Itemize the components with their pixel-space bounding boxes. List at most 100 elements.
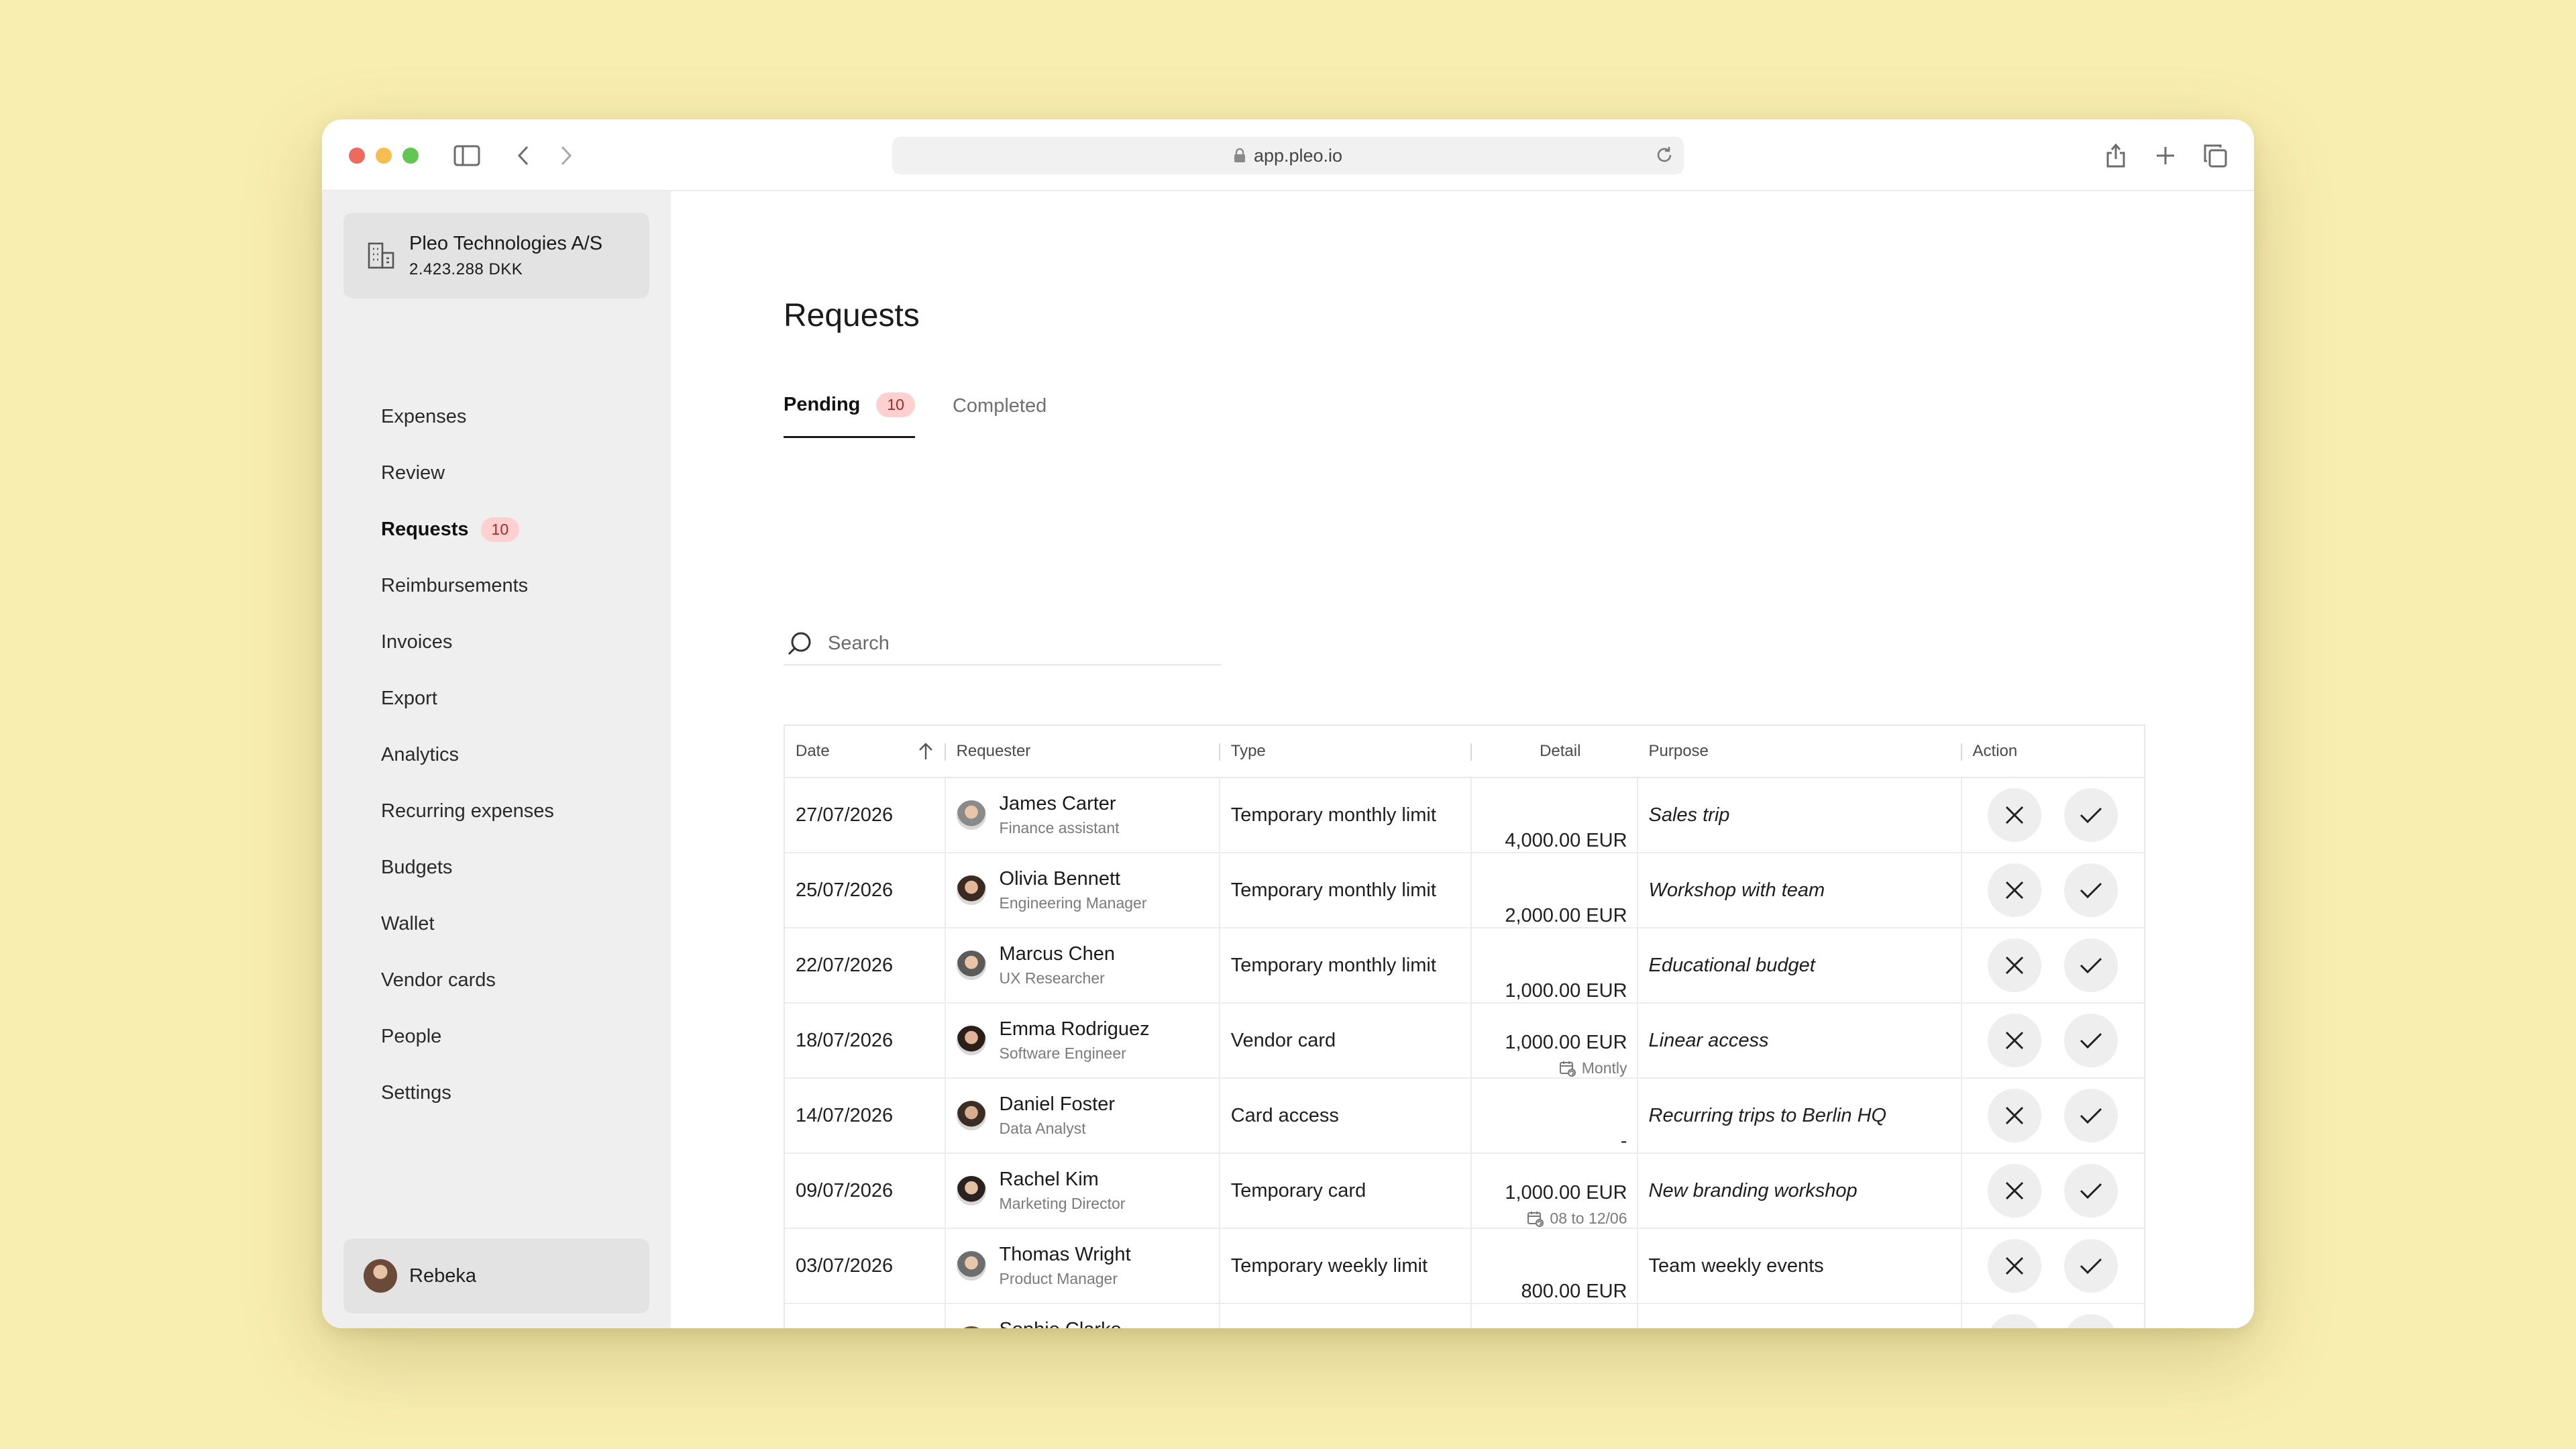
approve-button[interactable] xyxy=(2064,1239,2118,1293)
column-header-purpose[interactable]: Purpose xyxy=(1638,726,1962,777)
column-header-date[interactable]: Date xyxy=(785,726,946,777)
x-icon xyxy=(2006,956,2024,975)
sidebar-item-expenses[interactable]: Expenses xyxy=(381,388,554,445)
check-icon xyxy=(2080,957,2102,974)
row-actions xyxy=(1962,1154,2144,1228)
approve-button[interactable] xyxy=(2064,788,2118,842)
company-switcher[interactable]: Pleo Technologies A/S 2.423.288 DKK xyxy=(343,213,649,299)
chevron-right-icon[interactable] xyxy=(553,142,580,169)
row-actions xyxy=(1962,1304,2144,1328)
row-type: Temporary card xyxy=(1220,1154,1472,1228)
sidebar-item-reimbursements[interactable]: Reimbursements xyxy=(381,557,554,614)
approve-button[interactable] xyxy=(2064,1014,2118,1067)
calendar-repeat-icon xyxy=(1527,1210,1550,1228)
avatar xyxy=(956,1326,986,1328)
table-row[interactable]: 22/07/2026 Marcus Chen UX Researcher Tem… xyxy=(785,928,2144,1004)
column-header-type[interactable]: Type xyxy=(1220,726,1472,777)
chevron-left-icon[interactable] xyxy=(510,142,537,169)
row-actions xyxy=(1962,1004,2144,1077)
approve-button[interactable] xyxy=(2064,1164,2118,1218)
company-balance: 2.423.288 DKK xyxy=(409,260,523,278)
approve-button[interactable] xyxy=(2064,1314,2118,1328)
user-menu[interactable]: Rebeka xyxy=(343,1238,649,1313)
tab-label: Pending xyxy=(784,394,861,415)
tabs-icon[interactable] xyxy=(2202,142,2229,169)
requests-count-badge: 10 xyxy=(480,517,520,542)
requester-role: Engineering Manager xyxy=(999,894,1147,912)
column-label: Detail xyxy=(1540,742,1581,760)
check-icon xyxy=(2080,1108,2102,1124)
approve-button[interactable] xyxy=(2064,938,2118,992)
minimize-window-button[interactable] xyxy=(376,148,392,164)
column-header-requester[interactable]: Requester xyxy=(946,726,1220,777)
sidebar-item-export[interactable]: Export xyxy=(381,670,554,727)
requester-name: Sophie Clarke xyxy=(1000,1319,1122,1328)
table-row[interactable]: 03/07/2026 Thomas Wright Product Manager… xyxy=(785,1229,2144,1304)
sidebar-item-invoices[interactable]: Invoices xyxy=(381,614,554,670)
row-purpose: Workshop with team xyxy=(1638,853,1962,927)
reject-button[interactable] xyxy=(1988,1089,2042,1142)
detail-amount: 800.00 EUR xyxy=(1521,1281,1627,1302)
column-label: Action xyxy=(1972,742,2018,760)
sidebar-item-wallet[interactable]: Wallet xyxy=(381,896,554,952)
sidebar-item-requests[interactable]: Requests 10 xyxy=(381,501,554,557)
arrow-up-icon[interactable] xyxy=(918,742,934,761)
reject-button[interactable] xyxy=(1988,1014,2042,1067)
sidebar: Pleo Technologies A/S 2.423.288 DKK Expe… xyxy=(322,191,671,1328)
search-input[interactable]: Search xyxy=(784,623,1221,665)
reject-button[interactable] xyxy=(1988,1164,2042,1218)
column-header-detail[interactable]: Detail xyxy=(1472,726,1638,777)
sidebar-toggle-icon[interactable] xyxy=(453,142,480,169)
approve-button[interactable] xyxy=(2064,863,2118,917)
table-row[interactable]: 14/07/2026 Daniel Foster Data Analyst Ca… xyxy=(785,1079,2144,1154)
address-bar[interactable]: app.pleo.io xyxy=(892,137,1684,174)
calendar-repeat-icon xyxy=(1559,1060,1582,1077)
tab-completed[interactable]: Completed xyxy=(953,395,1046,436)
close-window-button[interactable] xyxy=(349,148,365,164)
zoom-window-button[interactable] xyxy=(402,148,419,164)
sidebar-item-vendor-cards[interactable]: Vendor cards xyxy=(381,952,554,1008)
reject-button[interactable] xyxy=(1988,1314,2042,1328)
column-label: Requester xyxy=(956,742,1031,760)
row-requester: Sophie Clarke DevOps Engineer xyxy=(946,1304,1220,1328)
detail-amount: 4,000.00 EUR xyxy=(1505,830,1627,851)
plus-icon[interactable] xyxy=(2152,142,2179,169)
reject-button[interactable] xyxy=(1988,863,2042,917)
row-detail: 800.00 EUR xyxy=(1472,1229,1638,1303)
table-row[interactable]: 25/07/2026 Olivia Bennett Engineering Ma… xyxy=(785,853,2144,928)
requester-name: Rachel Kim xyxy=(999,1169,1099,1190)
reject-button[interactable] xyxy=(1988,1239,2042,1293)
column-label: Date xyxy=(796,742,830,760)
search-placeholder: Search xyxy=(828,632,890,654)
row-actions xyxy=(1962,1079,2144,1152)
reload-icon[interactable] xyxy=(1654,145,1674,170)
sidebar-item-analytics[interactable]: Analytics xyxy=(381,727,554,783)
sidebar-item-recurring-expenses[interactable]: Recurring expenses xyxy=(381,783,554,839)
sidebar-item-budgets[interactable]: Budgets xyxy=(381,839,554,896)
requester-role: Finance assistant xyxy=(999,819,1120,837)
approve-button[interactable] xyxy=(2064,1089,2118,1142)
avatar xyxy=(956,1251,986,1281)
reject-button[interactable] xyxy=(1988,788,2042,842)
lock-icon xyxy=(1234,148,1246,163)
check-icon xyxy=(2080,882,2102,899)
tab-pending[interactable]: Pending 10 xyxy=(784,392,915,438)
table-header: Date Requester Type Detail Purpose Actio… xyxy=(785,726,2144,778)
table-row[interactable]: 18/07/2026 Emma Rodriguez Software Engin… xyxy=(785,1004,2144,1079)
sidebar-item-review[interactable]: Review xyxy=(381,445,554,501)
table-row[interactable]: 28/06/2026 Sophie Clarke DevOps Engineer… xyxy=(785,1304,2144,1328)
table-row[interactable]: 27/07/2026 James Carter Finance assistan… xyxy=(785,778,2144,853)
row-type: Temporary weekly limit xyxy=(1220,1229,1472,1303)
column-label: Purpose xyxy=(1648,742,1709,760)
sidebar-item-people[interactable]: People xyxy=(381,1008,554,1065)
sidebar-item-settings[interactable]: Settings xyxy=(381,1065,554,1121)
detail-frequency: 08 to 12/06 xyxy=(1527,1210,1627,1228)
x-icon xyxy=(2006,881,2024,900)
share-icon[interactable] xyxy=(2102,142,2129,169)
sidebar-item-label: Reimbursements xyxy=(381,574,529,596)
column-header-action: Action xyxy=(1962,726,2144,777)
row-purpose: Sales trip xyxy=(1638,778,1962,852)
row-date: 22/07/2026 xyxy=(785,928,946,1002)
reject-button[interactable] xyxy=(1988,938,2042,992)
table-row[interactable]: 09/07/2026 Rachel Kim Marketing Director… xyxy=(785,1154,2144,1229)
